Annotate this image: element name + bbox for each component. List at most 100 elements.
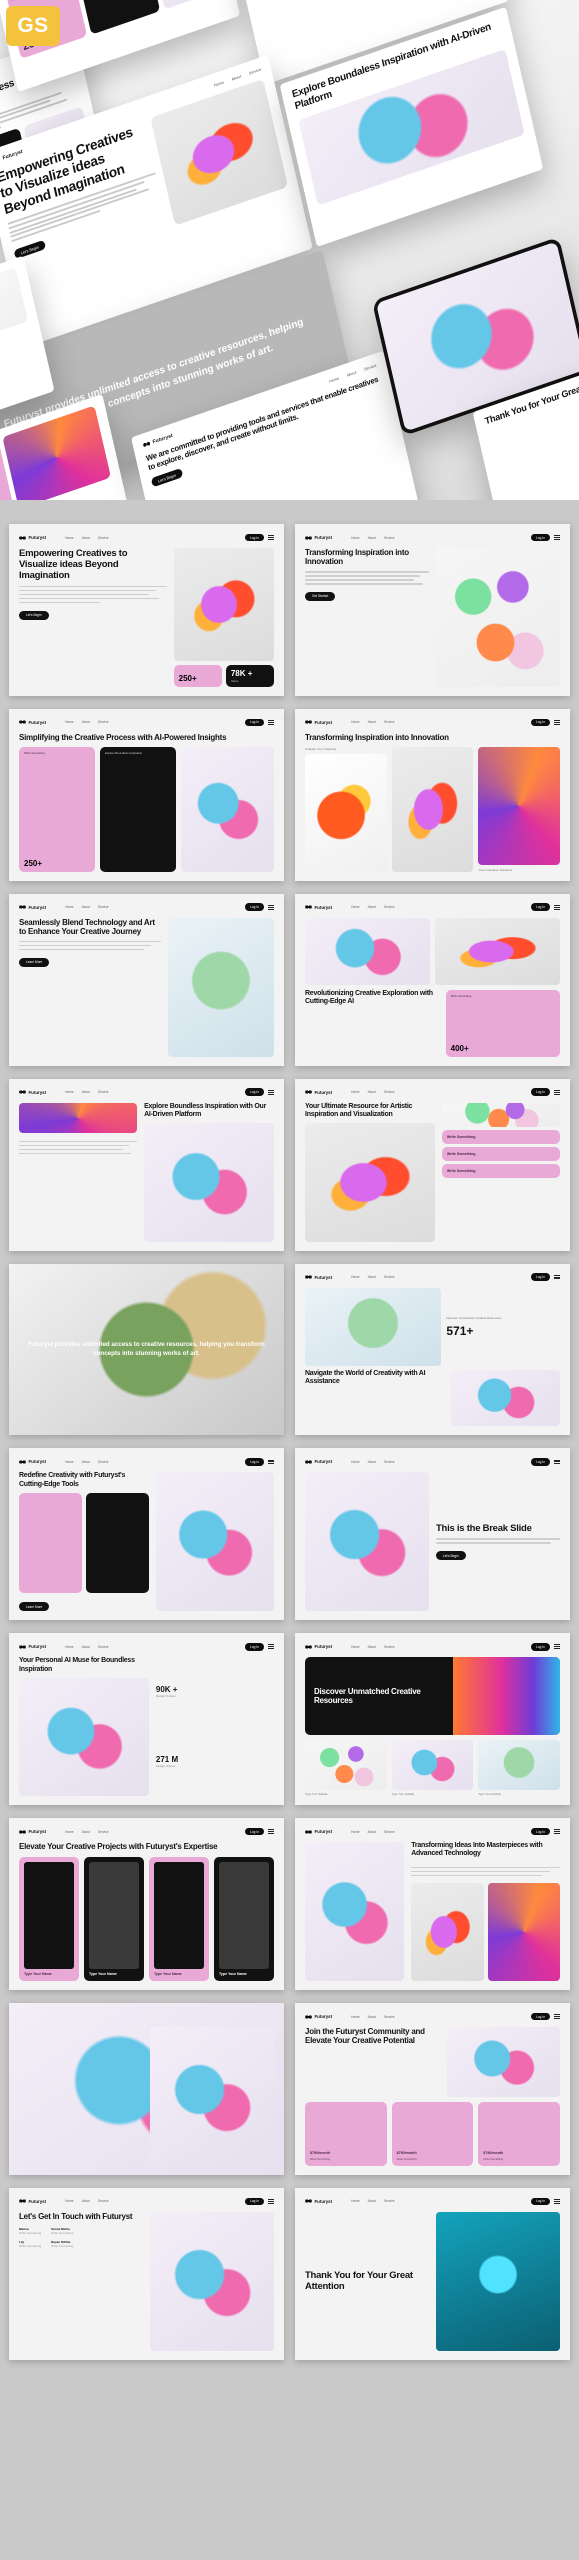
login-button[interactable]: Log In	[531, 2197, 550, 2206]
login-button[interactable]: Log In	[531, 1458, 550, 1466]
slide-thumbnail[interactable]: Futuryst Home About Service Log In Explore…	[9, 1078, 284, 1251]
slide-thumbnail[interactable]: Futuryst Home About Service Log In Revolut…	[295, 893, 570, 1066]
brand-logo: Futuryst	[19, 1828, 46, 1835]
slide-nav: Futuryst HomeAboutService Log In	[19, 1827, 274, 1836]
slide-thumbnail[interactable]: Futuryst Home About Service Log In This is…	[295, 1448, 570, 1621]
login-button[interactable]: Log In	[531, 533, 550, 542]
slide-title: Seamlessly Blend Technology and Art to E…	[19, 917, 155, 937]
slide-nav: Futuryst HomeAboutService Log In	[19, 2197, 274, 2206]
slide-thumbnail[interactable]: Futuryst Home About Service Log In Let's G…	[9, 2187, 284, 2360]
hamburger-menu-icon[interactable]	[554, 1459, 560, 1465]
card-label: Type Your Subtitle	[478, 1792, 501, 1797]
slide-thumbnail[interactable]: Futuryst Home About Service Log In Simplif…	[9, 708, 284, 881]
slide-thumbnail[interactable]: Futuryst Home About Service Log In Transfo…	[295, 708, 570, 881]
slide-nav-links: HomeAboutService	[351, 1459, 395, 1464]
slide-thumbnail[interactable]: Futuryst Home About Service Log In Discove…	[295, 1633, 570, 1806]
brand-logo: Futuryst	[305, 1274, 332, 1280]
login-button[interactable]: Log In	[531, 1642, 550, 1651]
hamburger-menu-icon[interactable]	[268, 1459, 274, 1465]
brand-logo: Futuryst	[305, 904, 332, 911]
slide-title: Simplifying the Creative Process with AI…	[19, 732, 227, 742]
slide-nav-links: HomeAboutService	[65, 1459, 109, 1464]
hamburger-menu-icon[interactable]	[554, 535, 560, 540]
hamburger-menu-icon[interactable]	[554, 1089, 560, 1095]
slide-thumbnail[interactable]: Futuryst Home About Service Log In Transfo…	[295, 1818, 570, 1990]
brand-logo: Futuryst	[305, 534, 332, 541]
hamburger-menu-icon[interactable]	[268, 535, 274, 540]
slide-nav-links: HomeAboutService	[351, 1829, 395, 1834]
login-button[interactable]: Log In	[245, 1642, 264, 1651]
slide-thumbnail[interactable]: Futuryst Home About Service Log In Elevate…	[9, 1818, 284, 1990]
slide-thumbnail[interactable]: Futuryst Home About Service Log In Your Pe…	[9, 1633, 284, 1806]
futuryst-mark-icon	[305, 1274, 312, 1280]
login-button[interactable]: Log In	[245, 1458, 264, 1466]
contact-block: Rayan Difitha Write Something	[51, 2240, 74, 2249]
login-button[interactable]: Log In	[245, 1088, 264, 1096]
cta-button[interactable]: Get Started	[305, 591, 336, 601]
slide-thumbnail[interactable]: Futuryst Home About Service Log In Transfo…	[295, 524, 570, 696]
slide-nav: Futuryst HomeAboutService Log In	[305, 2012, 560, 2021]
hamburger-menu-icon[interactable]	[268, 720, 274, 725]
hamburger-menu-icon[interactable]	[554, 2199, 560, 2204]
login-button[interactable]: Log In	[245, 533, 264, 542]
login-button[interactable]: Log In	[245, 903, 264, 912]
login-button[interactable]: Log In	[245, 718, 264, 727]
slide-title: Futuryst provides unlimited access to cr…	[28, 1340, 265, 1358]
slide-image	[155, 1472, 274, 1612]
slide-thumbnail[interactable]: Futuryst Home About Service Log In Discove…	[295, 1263, 570, 1436]
hamburger-menu-icon[interactable]	[554, 1829, 560, 1834]
slide-thumbnail[interactable]: Futuryst Home About Service Log In Your Ul…	[295, 1078, 570, 1251]
slide-thumbnail[interactable]: Futuryst Home About Service Log In Join th…	[295, 2003, 570, 2175]
slide-title: Navigate the World of Creativity with AI…	[305, 1370, 426, 1386]
slide-thumbnail[interactable]: Futuryst Home About Service Log In Empower…	[9, 524, 284, 696]
futuryst-mark-icon	[19, 1643, 26, 1650]
slide-thumbnail[interactable]: Futuryst Home About Service Log In Redefin…	[9, 1448, 284, 1621]
login-button[interactable]: Log In	[531, 903, 550, 912]
hamburger-menu-icon[interactable]	[268, 1829, 274, 1834]
login-button[interactable]: Log In	[531, 1273, 550, 1281]
slide-title: Empowering Creatives to Visualize ideas …	[19, 548, 128, 582]
slide-thumbnail[interactable]: Futuryst HomeAboutService Log In We are …	[9, 2003, 284, 2175]
cta-button[interactable]: Let's Begin	[436, 1551, 466, 1561]
tag-label: Your Innovative Solutions	[478, 867, 513, 872]
hamburger-menu-icon[interactable]	[554, 720, 560, 725]
contact-block: Sarvia Metha Write Something	[51, 2227, 74, 2236]
login-button[interactable]: Log In	[531, 1088, 550, 1096]
mock-cta-button[interactable]: Let's Begin	[150, 468, 183, 488]
slide-thumbnail[interactable]: Futuryst Home About Service Log In Seamles…	[9, 893, 284, 1066]
hamburger-menu-icon[interactable]	[268, 1089, 274, 1095]
slide-image	[451, 1370, 560, 1427]
slide-title: Elevate Your Creative Projects with Futu…	[19, 1842, 218, 1852]
cta-button[interactable]: Let's Begin	[19, 610, 49, 620]
pricing-card: $790/month Write Something	[391, 2102, 474, 2166]
futuryst-mark-icon	[305, 1458, 312, 1465]
slide-image	[19, 1677, 149, 1797]
info-card: Write Something	[441, 1146, 560, 1161]
hamburger-menu-icon[interactable]	[554, 1644, 560, 1650]
slide-thumbnail[interactable]: Futuryst provides unlimited access to cr…	[9, 1263, 284, 1436]
slide-image	[305, 1472, 429, 1612]
hamburger-menu-icon[interactable]	[554, 2014, 560, 2019]
brand-logo: Futuryst	[19, 904, 46, 911]
hamburger-menu-icon[interactable]	[268, 2199, 274, 2204]
slide-image	[167, 917, 274, 1057]
dark-banner: Discover Unmatched Creative Resources	[305, 1657, 560, 1735]
hamburger-menu-icon[interactable]	[554, 904, 560, 910]
hamburger-menu-icon[interactable]	[268, 904, 274, 910]
login-button[interactable]: Log In	[245, 2197, 264, 2206]
slide-thumbnail[interactable]: Futuryst Home About Service Log In Thank Y…	[295, 2187, 570, 2360]
login-button[interactable]: Log In	[531, 1827, 550, 1836]
login-button[interactable]: Log In	[531, 2012, 550, 2021]
cta-button[interactable]: Learn More	[19, 1602, 50, 1612]
slide-nav-links: HomeAboutService	[65, 2199, 109, 2204]
hamburger-menu-icon[interactable]	[554, 1274, 560, 1280]
hamburger-menu-icon[interactable]	[268, 1644, 274, 1650]
slide-nav: Futuryst HomeAboutService Log In	[305, 1642, 560, 1651]
cta-button[interactable]: Learn More	[19, 957, 50, 967]
login-button[interactable]: Log In	[245, 1827, 264, 1836]
tag-label: Unleash Your Creativity	[305, 747, 337, 752]
login-button[interactable]: Log In	[531, 718, 550, 727]
slide-image	[150, 2211, 274, 2351]
person-card: Type Your Name	[214, 1856, 274, 1981]
slide-nav: Futuryst HomeAboutService Log In	[305, 1088, 560, 1097]
